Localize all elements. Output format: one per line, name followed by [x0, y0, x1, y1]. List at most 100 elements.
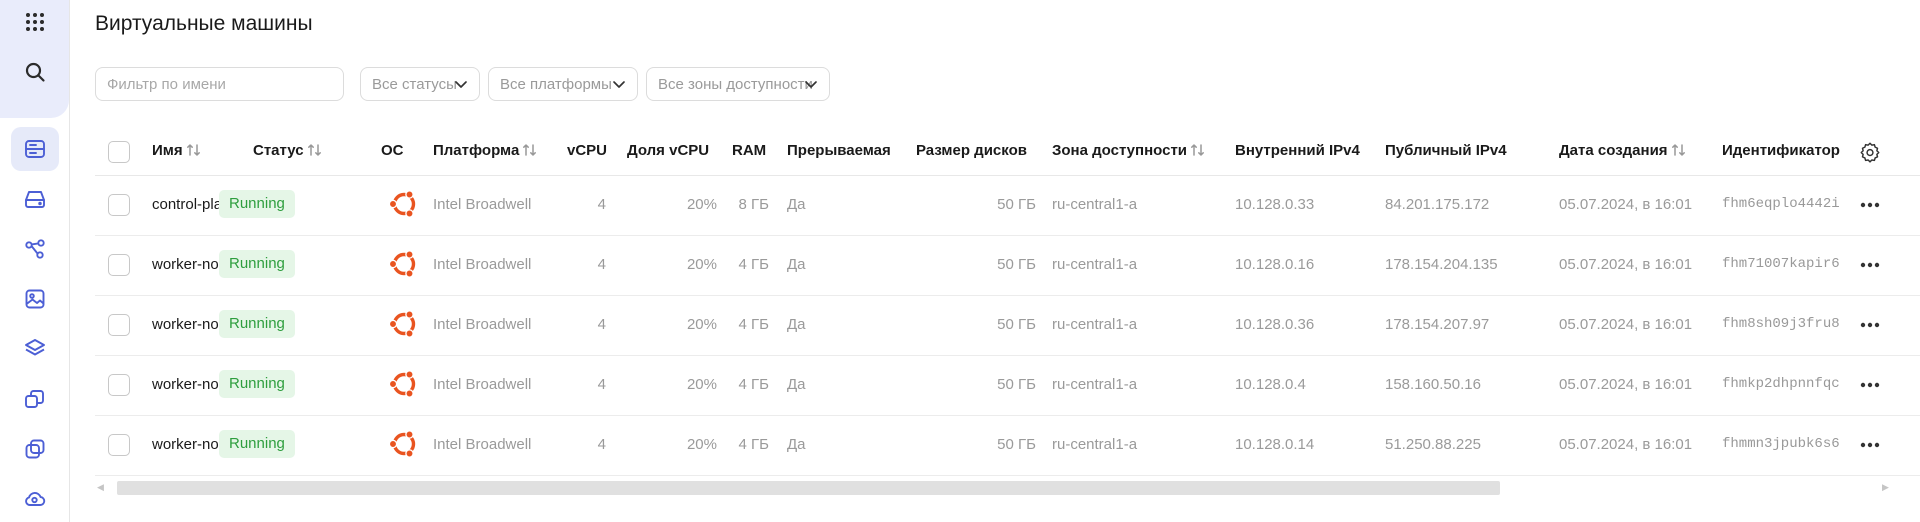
ram-value: 4 ГБ	[738, 436, 769, 453]
platform-value: Intel Broadwell	[433, 196, 532, 213]
vm-id-value[interactable]: fhm71007kapir6	[1722, 256, 1847, 272]
scroll-right-arrow-icon[interactable]: ▶	[1882, 482, 1889, 493]
more-actions-icon[interactable]	[1860, 321, 1880, 329]
ubuntu-logo-icon	[388, 190, 416, 218]
vm-id-value[interactable]: fhm6eqplo4442i	[1722, 196, 1847, 212]
ubuntu-logo-icon	[388, 310, 416, 338]
vcpu-value: 4	[597, 316, 606, 333]
network-icon[interactable]	[11, 227, 59, 271]
image-icon[interactable]	[11, 277, 59, 321]
main-content: Виртуальные машины Все статусы Все платф…	[70, 0, 1920, 522]
column-header-public-ip: Публичный IPv4	[1385, 142, 1507, 159]
preemptible-value: Да	[787, 376, 806, 393]
zone-filter-value: Все зоны доступности	[658, 75, 813, 93]
public-ip-value: 178.154.204.135	[1385, 256, 1498, 273]
virtual-machines-icon[interactable]	[11, 127, 59, 171]
internal-ip-value: 10.128.0.4	[1235, 376, 1306, 393]
row-checkbox[interactable]	[108, 434, 130, 456]
gear-icon[interactable]	[1859, 141, 1881, 163]
table-row[interactable]: worker-node-1 Running Intel Broadwell 4 20% 4…	[95, 416, 1920, 476]
horizontal-scrollbar[interactable]: ◀ ▶	[95, 478, 1895, 495]
ram-value: 4 ГБ	[738, 376, 769, 393]
preemptible-value: Да	[787, 196, 806, 213]
created-value: 05.07.2024, в 16:01	[1559, 436, 1693, 453]
vcpu-share-value: 20%	[686, 376, 717, 393]
ram-value: 4 ГБ	[738, 256, 769, 273]
more-actions-icon[interactable]	[1860, 261, 1880, 269]
platform-value: Intel Broadwell	[433, 316, 532, 333]
scroll-left-arrow-icon[interactable]: ◀	[97, 482, 104, 493]
disk-icon[interactable]	[11, 177, 59, 221]
status-badge: Running	[219, 370, 295, 398]
chevron-down-icon	[613, 81, 625, 88]
instance-groups-icon[interactable]	[11, 377, 59, 421]
vcpu-share-value: 20%	[686, 316, 717, 333]
zone-value: ru-central1-a	[1052, 196, 1138, 213]
vcpu-value: 4	[597, 196, 606, 213]
row-checkbox[interactable]	[108, 194, 130, 216]
table-row[interactable]: control-plane Running Intel Broadwell 4 20% 8…	[95, 176, 1920, 236]
column-header-preemptible: Прерываемая	[787, 142, 891, 159]
chevron-down-icon	[805, 81, 817, 88]
vm-id-value[interactable]: fhmmn3jpubk6s6	[1722, 436, 1847, 452]
row-checkbox[interactable]	[108, 314, 130, 336]
created-value: 05.07.2024, в 16:01	[1559, 316, 1693, 333]
vcpu-share-value: 20%	[686, 436, 717, 453]
row-checkbox[interactable]	[108, 254, 130, 276]
table-row[interactable]: worker-node-3 Running Intel Broadwell 4 20% 4…	[95, 296, 1920, 356]
vcpu-value: 4	[597, 256, 606, 273]
status-filter-select[interactable]: Все статусы	[360, 67, 480, 101]
more-actions-icon[interactable]	[1860, 381, 1880, 389]
platform-value: Intel Broadwell	[433, 436, 532, 453]
disk-size-value: 50 ГБ	[997, 316, 1036, 333]
search-icon[interactable]	[11, 50, 59, 94]
scrollbar-thumb[interactable]	[117, 481, 1500, 495]
column-header-status[interactable]: Статус	[253, 142, 323, 159]
vcpu-share-value: 20%	[686, 196, 717, 213]
table-header: Имя Статус ОС Платформа vCPU Доля vCPU R…	[95, 128, 1920, 176]
created-value: 05.07.2024, в 16:01	[1559, 376, 1693, 393]
table-row[interactable]: worker-node-2 Running Intel Broadwell 4 20% 4…	[95, 236, 1920, 296]
column-header-vcpu: vCPU	[567, 142, 608, 159]
sort-icon	[523, 144, 537, 156]
public-ip-value: 51.250.88.225	[1385, 436, 1481, 453]
disk-size-value: 50 ГБ	[997, 256, 1036, 273]
more-actions-icon[interactable]	[1860, 201, 1880, 209]
platform-filter-value: Все платформы	[500, 75, 612, 93]
column-header-name[interactable]: Имя	[152, 142, 202, 159]
name-filter-input[interactable]	[95, 67, 344, 101]
more-actions-icon[interactable]	[1860, 441, 1880, 449]
zone-value: ru-central1-a	[1052, 436, 1138, 453]
table-row[interactable]: worker-node-4 Running Intel Broadwell 4 20% 4…	[95, 356, 1920, 416]
vm-id-value[interactable]: fhm8sh09j3fru8	[1722, 316, 1847, 332]
platform-filter-select[interactable]: Все платформы	[488, 67, 638, 101]
column-header-created[interactable]: Дата создания	[1559, 142, 1687, 159]
snapshots-icon[interactable]	[11, 427, 59, 471]
disk-size-value: 50 ГБ	[997, 436, 1036, 453]
platform-value: Intel Broadwell	[433, 376, 532, 393]
preemptible-value: Да	[787, 316, 806, 333]
vm-id-value[interactable]: fhmkp2dhpnnfqc	[1722, 376, 1847, 392]
sort-icon	[307, 144, 321, 156]
select-all-checkbox[interactable]	[108, 141, 130, 163]
ubuntu-logo-icon	[388, 370, 416, 398]
grid-menu-icon[interactable]	[11, 0, 59, 44]
column-header-zone[interactable]: Зона доступности	[1052, 142, 1206, 159]
created-value: 05.07.2024, в 16:01	[1559, 196, 1693, 213]
row-checkbox[interactable]	[108, 374, 130, 396]
vcpu-share-value: 20%	[686, 256, 717, 273]
cloud-icon[interactable]	[11, 477, 59, 521]
status-badge: Running	[219, 430, 295, 458]
column-header-platform[interactable]: Платформа	[433, 142, 538, 159]
sort-icon	[1671, 144, 1685, 156]
column-header-vcpu-share: Доля vCPU	[627, 142, 710, 159]
column-header-ram: RAM	[732, 142, 767, 159]
status-badge: Running	[219, 310, 295, 338]
zone-value: ru-central1-a	[1052, 316, 1138, 333]
zone-filter-select[interactable]: Все зоны доступности	[646, 67, 830, 101]
internal-ip-value: 10.128.0.16	[1235, 256, 1315, 273]
layers-icon[interactable]	[11, 327, 59, 371]
internal-ip-value: 10.128.0.36	[1235, 316, 1315, 333]
column-header-internal-ip: Внутренний IPv4	[1235, 142, 1360, 159]
preemptible-value: Да	[787, 436, 806, 453]
